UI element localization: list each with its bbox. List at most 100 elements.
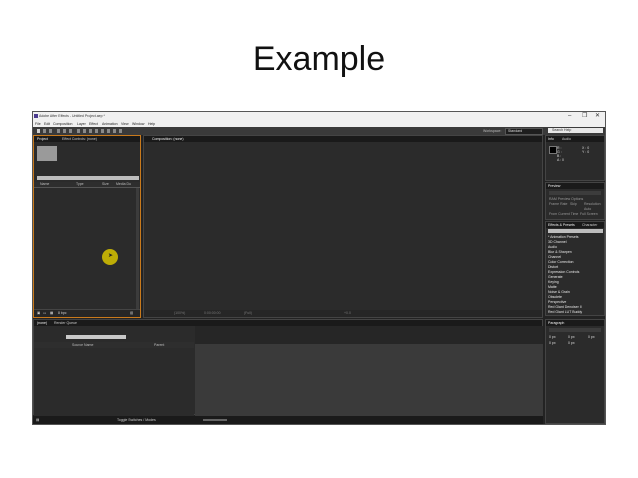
menu-layer[interactable]: Layer	[77, 122, 86, 126]
time-ruler[interactable]	[195, 326, 543, 345]
project-scrollbar[interactable]	[136, 188, 139, 310]
menu-window[interactable]: Window	[132, 122, 144, 126]
toggle-switches-modes[interactable]: Toggle Switches / Modes	[117, 418, 156, 422]
effects-category[interactable]: Distort	[548, 265, 558, 269]
clone-stamp-tool-icon[interactable]	[101, 129, 104, 133]
after-effects-icon	[34, 114, 38, 118]
puppet-pin-tool-icon[interactable]	[119, 129, 122, 133]
project-bpc[interactable]: 8 bpc	[58, 311, 67, 315]
menu-edit[interactable]: Edit	[44, 122, 50, 126]
search-help-input[interactable]: Search Help	[548, 128, 603, 133]
menu-view[interactable]: View	[121, 122, 129, 126]
brush-tool-icon[interactable]	[95, 129, 98, 133]
effects-category[interactable]: Generate	[548, 275, 563, 279]
menu-composition[interactable]: Composition	[53, 122, 72, 126]
info-panel: Info Audio R : G : B : A : 0 X : 0 Y : 0	[545, 135, 605, 181]
indent-left-value[interactable]: 0 px	[549, 335, 556, 339]
effects-category[interactable]: Noise & Grain	[548, 290, 570, 294]
column-size[interactable]: Size	[102, 182, 109, 186]
camera-tool-icon[interactable]	[63, 129, 66, 133]
interpret-footage-icon[interactable]: ▣	[37, 311, 40, 315]
paragraph-tabbar: Paragraph	[546, 320, 604, 326]
menu-effect[interactable]: Effect	[89, 122, 98, 126]
effects-category[interactable]: Perspective	[548, 300, 566, 304]
hand-tool-icon[interactable]	[43, 129, 46, 133]
effects-category[interactable]: Color Correction	[548, 260, 573, 264]
resolution-value[interactable]: Auto	[584, 207, 591, 211]
alignment-buttons[interactable]	[549, 328, 601, 332]
effects-category[interactable]: Keying	[548, 280, 559, 284]
space-before-value[interactable]: 0 px	[549, 341, 556, 345]
menu-file[interactable]: File	[35, 122, 41, 126]
search-help-placeholder: Search Help	[552, 128, 572, 132]
tab-character[interactable]: Character	[582, 223, 597, 227]
timeline-track-area[interactable]	[195, 344, 543, 416]
zoom-tool-icon[interactable]	[49, 129, 52, 133]
tab-effect-controls[interactable]: Effect Controls: (none)	[62, 137, 97, 141]
indent-right-value[interactable]: 0 px	[568, 335, 575, 339]
workspace-select[interactable]: Standard	[505, 128, 543, 135]
selection-tool-icon[interactable]	[37, 129, 40, 133]
project-footer: ▣ ▭ ▦ 8 bpc ▥	[34, 309, 140, 317]
timeline-layer-outline: Source Name Parent	[34, 326, 194, 416]
resolution-select[interactable]: (Full)	[244, 311, 252, 315]
ram-preview-options[interactable]: RAM Preview Options	[549, 197, 583, 201]
timecode-readout[interactable]: 0:00:00:00	[204, 311, 221, 315]
effects-category[interactable]: * Animation Presets	[548, 235, 579, 239]
tab-composition[interactable]: Composition: (none)	[152, 137, 184, 141]
pen-tool-icon[interactable]	[83, 129, 86, 133]
space-after-value[interactable]: 0 px	[568, 341, 575, 345]
effects-category[interactable]: Matte	[548, 285, 557, 289]
menu-animation[interactable]: Animation	[102, 122, 118, 126]
paragraph-panel: Paragraph 0 px 0 px 0 px 0 px 0 px	[545, 319, 605, 424]
tab-timeline-none[interactable]: (none)	[37, 321, 47, 325]
new-folder-icon[interactable]: ▭	[43, 311, 46, 315]
pan-behind-tool-icon[interactable]	[69, 129, 72, 133]
tab-render-queue[interactable]: Render Queue	[54, 321, 77, 325]
column-type[interactable]: Type	[76, 182, 84, 186]
exposure-value[interactable]: +0.0	[344, 311, 351, 315]
zoom-level[interactable]: (100%)	[174, 311, 185, 315]
effects-search-input[interactable]	[548, 229, 603, 233]
from-current-time-checkbox[interactable]: From Current Time	[549, 212, 578, 216]
column-name[interactable]: Name	[40, 182, 49, 186]
eraser-tool-icon[interactable]	[107, 129, 110, 133]
resolution-label: Resolution	[584, 202, 601, 206]
playback-controls[interactable]	[549, 191, 601, 195]
roto-brush-tool-icon[interactable]	[113, 129, 116, 133]
timeline-search-input[interactable]	[66, 335, 126, 339]
full-screen-checkbox[interactable]: Full Screen	[580, 212, 598, 216]
minimize-button[interactable]: –	[568, 113, 571, 120]
rotation-tool-icon[interactable]	[57, 129, 60, 133]
tab-audio[interactable]: Audio	[562, 137, 571, 141]
mask-tool-icon[interactable]	[77, 129, 80, 133]
new-composition-icon[interactable]: ▦	[50, 311, 53, 315]
maximize-button[interactable]: ❐	[582, 113, 587, 120]
composition-panel: Composition: (none) (100%) (Full) 0:00:0…	[143, 135, 543, 318]
trash-icon[interactable]: ▥	[130, 311, 133, 315]
effects-category[interactable]: Red Giant Denoiser II	[548, 305, 582, 309]
column-source-name[interactable]: Source Name	[72, 343, 93, 347]
project-search-input[interactable]	[37, 176, 139, 180]
tab-effects-presets[interactable]: Effects & Presets	[548, 223, 575, 227]
tab-paragraph[interactable]: Paragraph	[548, 321, 564, 325]
tab-project[interactable]: Project	[37, 137, 48, 141]
effects-category[interactable]: Red Giant LUT Buddy	[548, 310, 582, 314]
type-tool-icon[interactable]	[89, 129, 92, 133]
effects-category[interactable]: Obsolete	[548, 295, 562, 299]
effects-category[interactable]: Expression Controls	[548, 270, 579, 274]
effects-category[interactable]: Channel	[548, 255, 561, 259]
effects-category[interactable]: Blur & Sharpen	[548, 250, 572, 254]
close-button[interactable]: ✕	[595, 113, 600, 120]
tab-info[interactable]: Info	[548, 137, 554, 141]
tab-preview[interactable]: Preview	[548, 184, 560, 188]
menu-help[interactable]: Help	[148, 122, 155, 126]
effects-category[interactable]: Audio	[548, 245, 557, 249]
effects-category[interactable]: 3D Channel	[548, 240, 566, 244]
toggle-switches-icon[interactable]: ▤	[36, 418, 39, 422]
column-parent[interactable]: Parent	[154, 343, 164, 347]
effects-presets-panel: Effects & Presets Character * Animation …	[545, 221, 605, 316]
column-media-duration[interactable]: Media Du	[116, 182, 131, 186]
timeline-zoom-slider[interactable]	[203, 419, 227, 421]
indent-first-line-value[interactable]: 0 px	[588, 335, 595, 339]
